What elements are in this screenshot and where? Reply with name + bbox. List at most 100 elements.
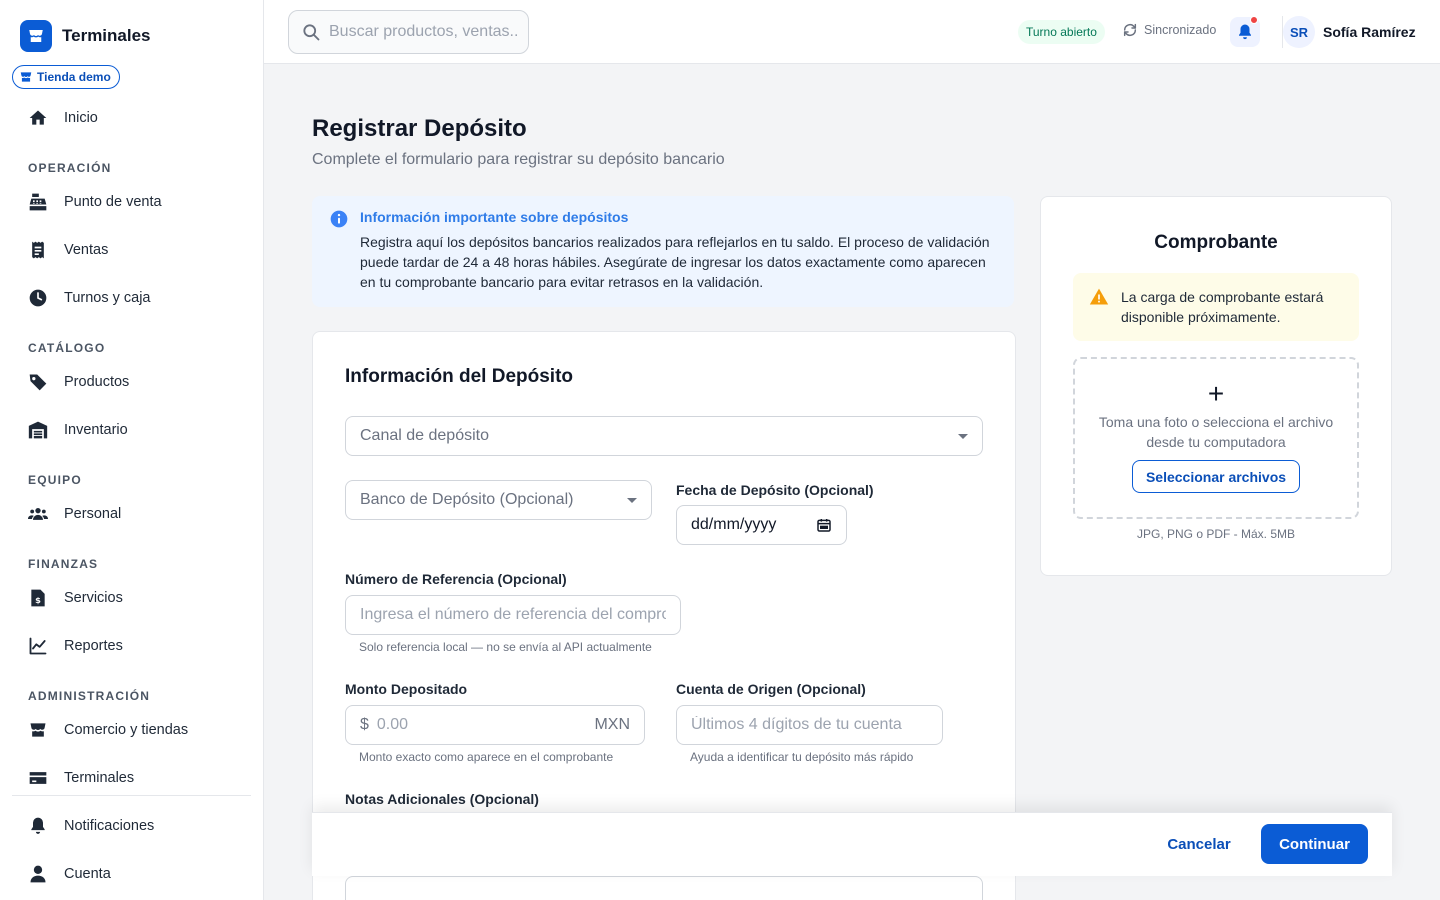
reference-label: Número de Referencia (Opcional) [345, 571, 567, 587]
reference-input[interactable] [360, 606, 666, 624]
deposit-channel-placeholder: Canal de depósito [360, 427, 489, 444]
info-alert: Información importante sobre depósitos R… [312, 196, 1014, 307]
sidebar: Terminales Tienda demo Inicio OPERACIÓN … [0, 0, 264, 900]
file-format-hint: JPG, PNG o PDF - Máx. 5MB [1136, 527, 1296, 541]
info-title: Información importante sobre depósitos [360, 209, 629, 225]
top-header: Turno abierto Sincronizado SR Sofía Ramí… [264, 0, 1440, 64]
search-input[interactable] [329, 23, 519, 41]
notifications-button[interactable] [1230, 16, 1260, 47]
file-drop-zone[interactable]: + Toma una foto o selecciona el archivo … [1073, 357, 1359, 519]
sidebar-item-terminales[interactable]: Terminales [28, 766, 134, 790]
info-icon [330, 210, 348, 228]
deposit-bank-select[interactable]: Banco de Depósito (Opcional) [345, 480, 652, 520]
brand[interactable]: Terminales [20, 20, 151, 52]
sidebar-item-turnos-y-caja[interactable]: Turnos y caja [28, 286, 151, 310]
users-icon [28, 508, 48, 520]
store-logo-icon [20, 20, 52, 52]
reference-helper: Solo referencia local — no se envía al A… [359, 640, 652, 654]
sidebar-item-label: Notificaciones [64, 818, 155, 834]
sidebar-item-label: Ventas [64, 242, 109, 258]
sidebar-item-label: Reportes [64, 638, 123, 654]
bell-icon [1239, 24, 1251, 40]
drop-zone-text: Toma una foto o selecciona el archivo de… [1098, 414, 1334, 450]
bell-icon [31, 817, 45, 834]
notification-dot [1250, 16, 1258, 24]
amount-input[interactable] [376, 716, 587, 734]
sidebar-item-servicios[interactable]: $ Servicios [28, 586, 123, 610]
sidebar-item-label: Terminales [64, 770, 135, 786]
tag-icon [29, 374, 47, 391]
store-selector-badge[interactable]: Tienda demo [12, 65, 120, 89]
search-box[interactable] [288, 10, 529, 54]
sidebar-item-cuenta[interactable]: Cuenta [28, 862, 111, 886]
sidebar-item-label: Inventario [64, 422, 128, 438]
sidebar-item-ventas[interactable]: Ventas [28, 238, 108, 262]
sidebar-item-punto-de-venta[interactable]: Punto de venta [28, 190, 162, 214]
store-icon [30, 723, 46, 737]
sidebar-item-productos[interactable]: Productos [28, 370, 129, 394]
home-icon [29, 110, 47, 125]
user-name[interactable]: Sofía Ramírez [1323, 24, 1416, 40]
sidebar-item-label: Productos [64, 374, 130, 390]
page-title: Registrar Depósito [312, 115, 527, 142]
receipt-warning-text: La carga de comprobante estará disponibl… [1121, 289, 1324, 325]
sidebar-item-label: Comercio y tiendas [64, 722, 189, 738]
svg-text:$: $ [35, 595, 41, 605]
select-files-button[interactable]: Seleccionar archivos [1132, 460, 1300, 493]
currency-symbol: $ [360, 716, 369, 733]
avatar[interactable]: SR [1283, 16, 1315, 48]
sync-icon [1123, 23, 1137, 37]
source-account-helper: Ayuda a identificar tu depósito más rápi… [690, 750, 914, 764]
sidebar-item-notificaciones[interactable]: Notificaciones [28, 814, 154, 838]
chevron-down-icon [958, 434, 968, 439]
clock-icon [29, 289, 47, 307]
warehouse-icon [28, 421, 48, 439]
deposit-channel-select[interactable]: Canal de depósito [345, 416, 983, 456]
form-title: Información del Depósito [345, 366, 574, 387]
search-icon [303, 24, 320, 41]
source-account-input[interactable] [691, 716, 928, 734]
source-account-label: Cuenta de Origen (Opcional) [676, 681, 866, 697]
info-text: Registra aquí los depósitos bancarios re… [360, 234, 990, 290]
sidebar-item-personal[interactable]: Personal [28, 502, 121, 526]
sidebar-item-comercio-y-tiendas[interactable]: Comercio y tiendas [28, 718, 188, 742]
sync-status[interactable]: Sincronizado [1122, 22, 1216, 38]
receipt-warning: La carga de comprobante estará disponibl… [1073, 273, 1359, 341]
sidebar-item-label: Turnos y caja [64, 290, 151, 306]
amount-helper: Monto exacto como aparece en el comproba… [359, 750, 614, 764]
amount-field[interactable]: $ MXN [345, 705, 645, 745]
sidebar-item-inventario[interactable]: Inventario [28, 418, 128, 442]
invoice-dollar-icon: $ [31, 589, 45, 607]
amount-label: Monto Depositado [345, 681, 468, 697]
user-icon [30, 865, 46, 883]
chart-line-icon [29, 637, 47, 655]
deposit-date-value: dd/mm/yyyy [691, 516, 777, 533]
deposit-bank-placeholder: Banco de Depósito (Opcional) [360, 491, 574, 508]
cash-register-icon [29, 193, 47, 211]
sidebar-item-label: Cuenta [64, 866, 111, 882]
currency-code: MXN [594, 716, 630, 733]
sync-status-label: Sincronizado [1144, 23, 1217, 37]
receipt-title: Comprobante [1154, 232, 1278, 253]
store-badge-label: Tienda demo [37, 70, 111, 84]
source-account-field[interactable] [676, 705, 943, 745]
calendar-icon[interactable] [816, 517, 832, 533]
nav-section-equipo: EQUIPO [28, 473, 82, 487]
deposit-date-field[interactable]: dd/mm/yyyy [676, 505, 847, 545]
sidebar-item-label: Inicio [64, 110, 98, 126]
nav-section-administracion: ADMINISTRACIÓN [28, 689, 151, 703]
sidebar-item-label: Punto de venta [64, 194, 162, 210]
reference-field[interactable] [345, 595, 681, 635]
continue-button[interactable]: Continuar [1261, 824, 1368, 864]
sidebar-item-label: Personal [64, 506, 122, 522]
notes-label: Notas Adicionales (Opcional) [345, 791, 539, 807]
brand-title: Terminales [62, 26, 151, 45]
cancel-button[interactable]: Cancelar [1156, 824, 1242, 864]
nav-section-operacion: OPERACIÓN [28, 161, 112, 175]
store-icon [20, 72, 32, 82]
sidebar-item-reportes[interactable]: Reportes [28, 634, 123, 658]
deposit-date-label: Fecha de Depósito (Opcional) [676, 482, 874, 498]
notes-textarea[interactable] [345, 876, 983, 900]
sidebar-item-inicio[interactable]: Inicio [28, 106, 98, 130]
credit-card-icon [29, 772, 47, 784]
